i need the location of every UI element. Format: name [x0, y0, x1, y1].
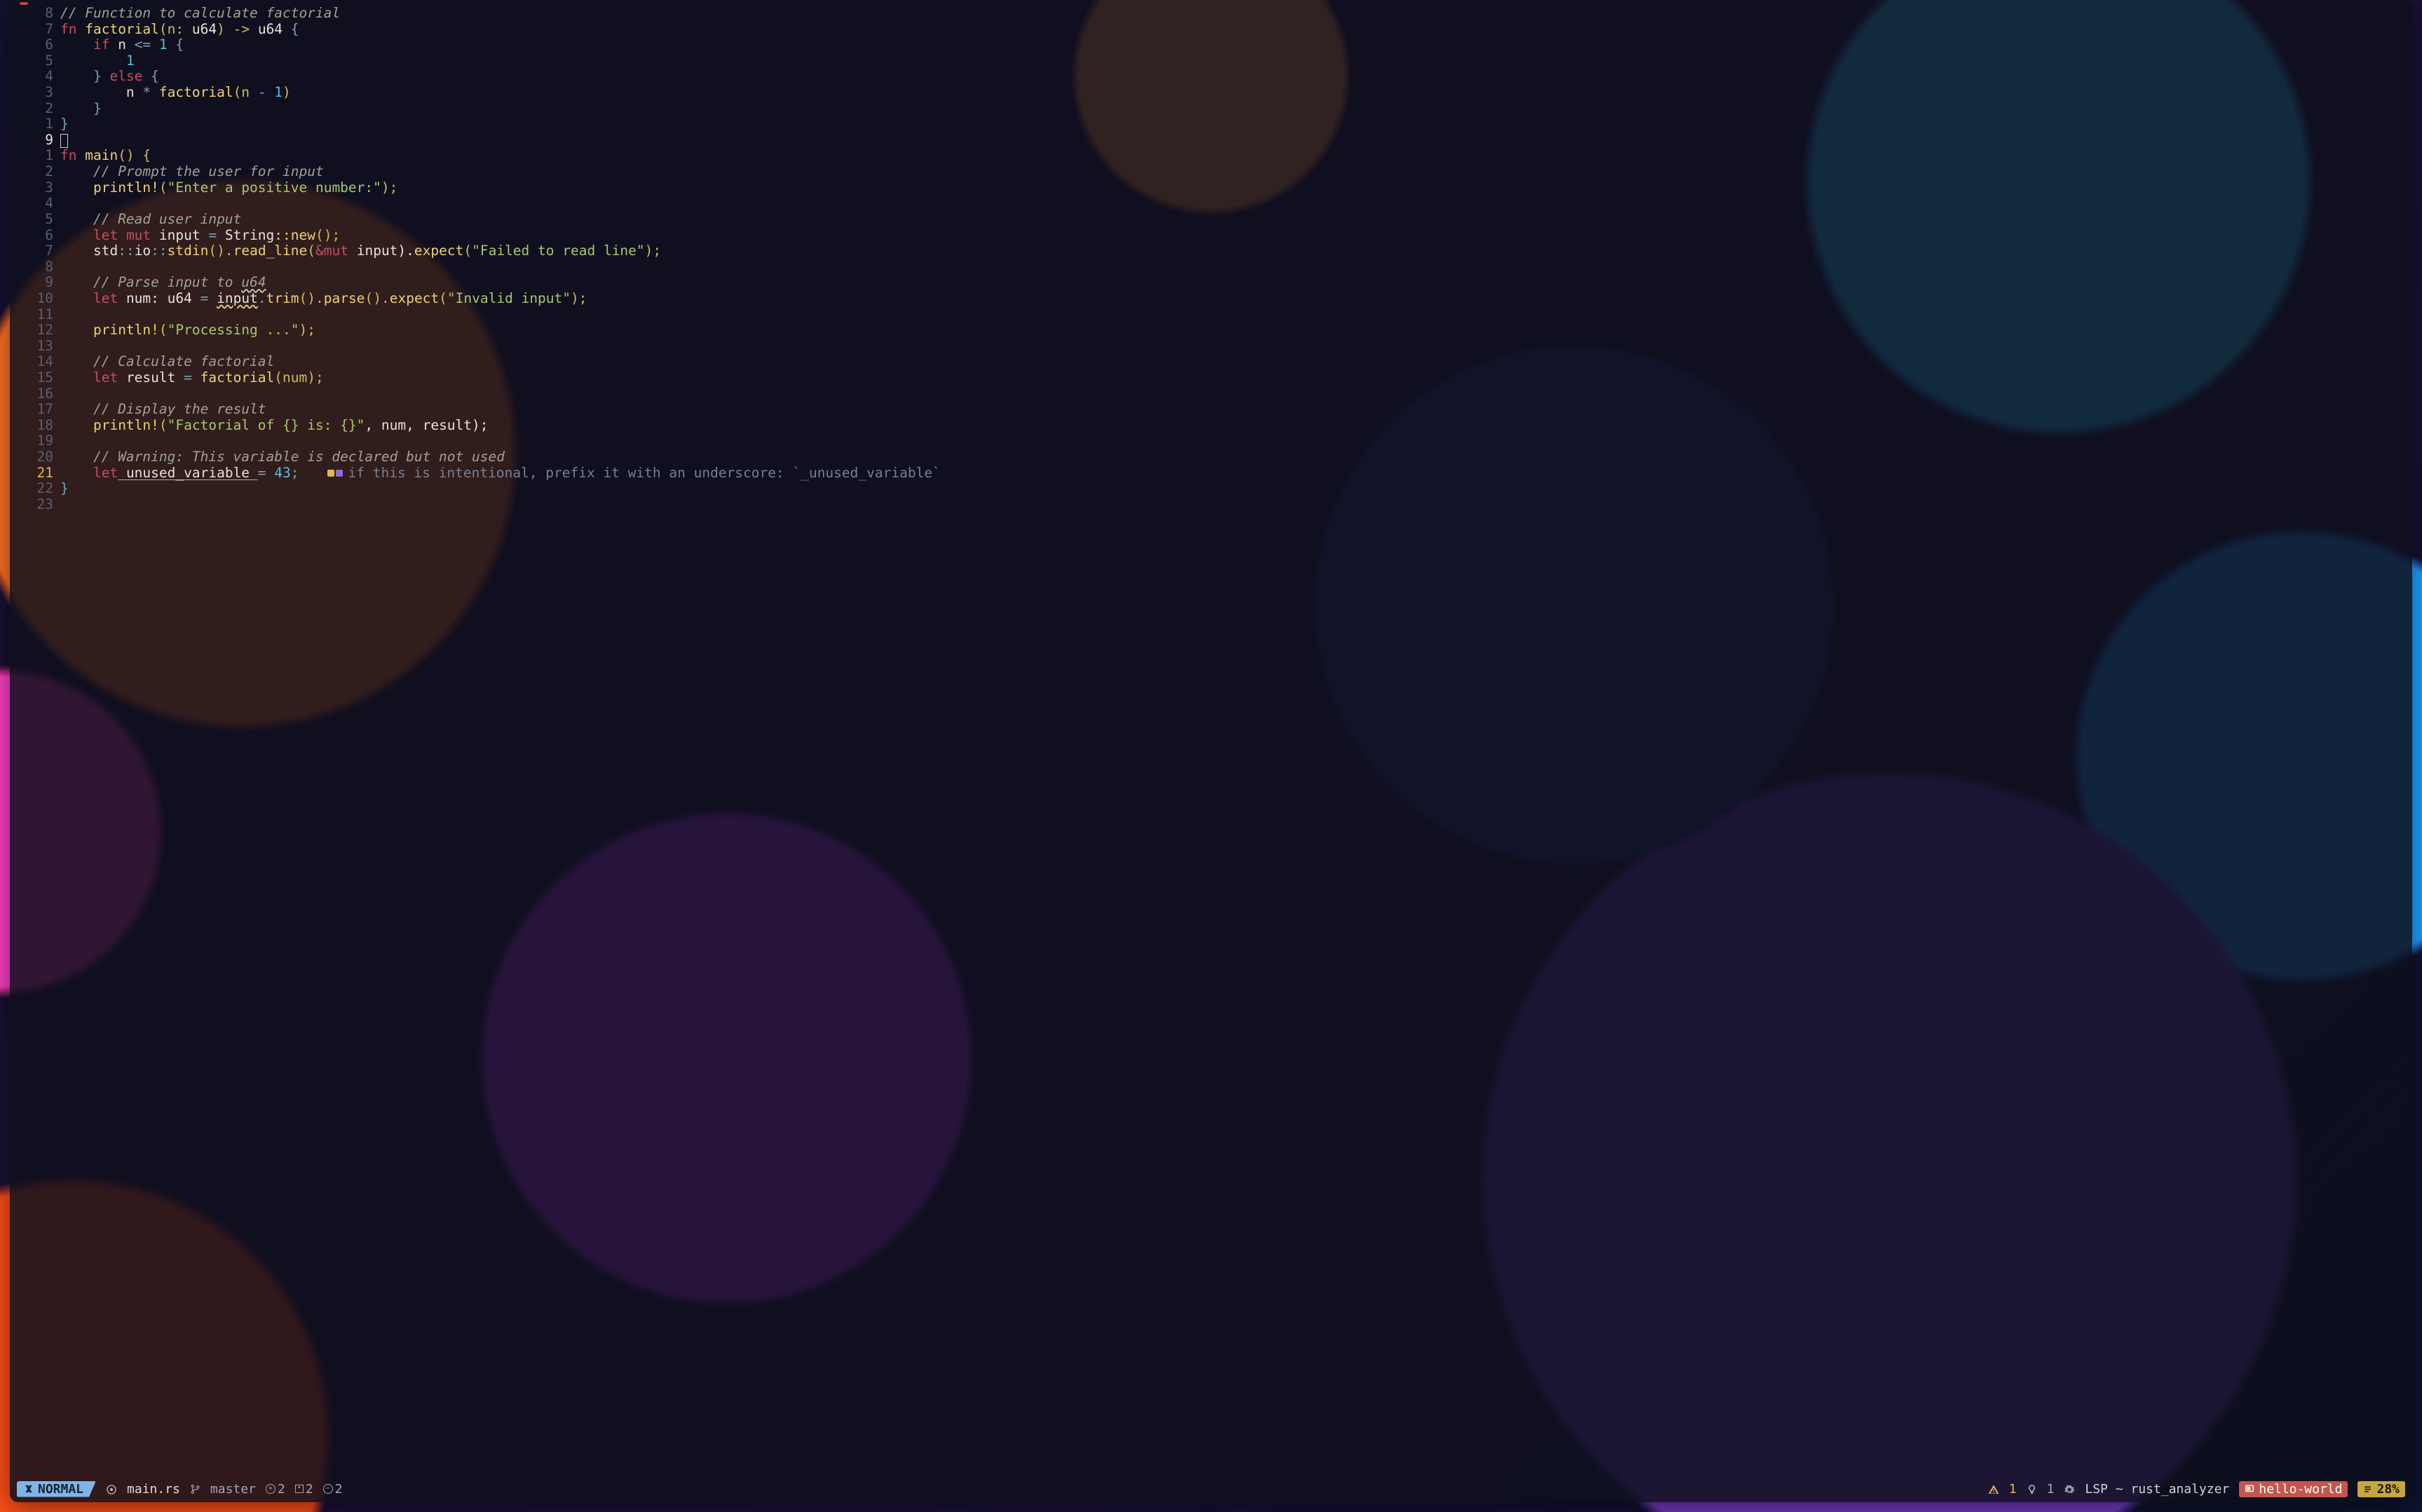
window-titlebar[interactable] — [10, 0, 2412, 6]
line-number: 17 — [29, 402, 60, 418]
code-line[interactable]: 10 let num: u64 = input.trim().parse().e… — [29, 291, 2412, 307]
unused-variable-warning: unused_variable — [118, 465, 258, 481]
line-number: 11 — [29, 307, 60, 323]
line-number: 9 — [29, 275, 60, 291]
editor-window[interactable]: 8 // Function to calculate factorial 7 f… — [10, 0, 2412, 1502]
lines-icon — [2363, 1485, 2372, 1494]
code-line[interactable]: 6 if n <= 1 { — [29, 37, 2412, 53]
code-line[interactable]: 23 — [29, 497, 2412, 513]
vim-mode-indicator: NORMAL — [17, 1481, 96, 1497]
workspace-indicator[interactable]: hello-world — [2239, 1481, 2348, 1497]
line-number: 21 — [29, 465, 60, 482]
line-number: 5 — [29, 53, 60, 69]
line-number: 6 — [29, 228, 60, 244]
code-line[interactable]: 8 — [29, 259, 2412, 275]
window-close-button[interactable] — [20, 2, 28, 5]
code-line[interactable]: 17 // Display the result — [29, 402, 2412, 418]
git-branch-icon — [190, 1482, 200, 1497]
line-number: 22 — [29, 481, 60, 497]
line-number: 13 — [29, 339, 60, 355]
scroll-percent: 28% — [2358, 1481, 2405, 1497]
code-line[interactable]: 9 // Parse input to u64 — [29, 275, 2412, 291]
code-line[interactable]: 3 println!("Enter a positive number:"); — [29, 180, 2412, 196]
diag-marker-icon — [327, 470, 334, 477]
code-line[interactable]: 5 1 — [29, 53, 2412, 69]
filename: main.rs — [127, 1482, 180, 1497]
code-line[interactable]: 1 } — [29, 116, 2412, 132]
line-number: 14 — [29, 354, 60, 370]
line-number: 7 — [29, 243, 60, 259]
code-line[interactable]: 11 — [29, 307, 2412, 323]
status-bar: NORMAL main.rs master +2 •2 −2 1 1 — [10, 1478, 2412, 1502]
diag-marker-icon — [336, 470, 343, 477]
comment: // Function to calculate factorial — [60, 6, 340, 21]
code-line[interactable]: 18 println!("Factorial of {} is: {}", nu… — [29, 418, 2412, 434]
line-number: 2 — [29, 101, 60, 117]
line-number: 3 — [29, 85, 60, 101]
code-line[interactable]: 3 n * factorial(n - 1) — [29, 85, 2412, 101]
rust-icon — [106, 1483, 117, 1495]
line-number: 1 — [29, 148, 60, 164]
line-number: 6 — [29, 37, 60, 53]
line-number: 2 — [29, 164, 60, 180]
git-branch-name: master — [210, 1482, 256, 1497]
code-line[interactable]: 15 let result = factorial(num); — [29, 370, 2412, 386]
code-line[interactable]: 1 fn main() { — [29, 148, 2412, 164]
line-number: 8 — [29, 6, 60, 22]
code-line[interactable]: 7 fn factorial(n: u64) -> u64 { — [29, 22, 2412, 38]
line-number: 10 — [29, 291, 60, 307]
line-number: 19 — [29, 433, 60, 449]
line-number: 16 — [29, 386, 60, 402]
code-line[interactable]: 7 std::io::stdin().read_line(&mut input)… — [29, 243, 2412, 259]
code-line[interactable]: 8 // Function to calculate factorial — [29, 6, 2412, 22]
line-number: 4 — [29, 69, 60, 85]
line-number: 4 — [29, 196, 60, 212]
code-line[interactable]: 20 // Warning: This variable is declared… — [29, 449, 2412, 465]
git-removed-count: −2 — [323, 1482, 343, 1497]
hint-icon — [2027, 1482, 2037, 1497]
code-line[interactable]: 12 println!("Processing ..."); — [29, 322, 2412, 339]
line-number: 12 — [29, 322, 60, 339]
code-editor[interactable]: 8 // Function to calculate factorial 7 f… — [10, 6, 2412, 1478]
line-number: 8 — [29, 259, 60, 275]
line-number: 1 — [29, 116, 60, 132]
code-line[interactable]: 2 } — [29, 101, 2412, 117]
code-line[interactable]: 14 // Calculate factorial — [29, 354, 2412, 370]
code-line[interactable]: 21 let unused_variable = 43;if this is i… — [29, 465, 2412, 482]
code-line[interactable]: 19 — [29, 433, 2412, 449]
code-line[interactable]: 22 } — [29, 481, 2412, 497]
gear-icon[interactable] — [2064, 1482, 2075, 1497]
line-number: 7 — [29, 22, 60, 38]
folder-icon — [2245, 1484, 2254, 1494]
hint-count: 1 — [2047, 1482, 2055, 1497]
lsp-status: LSP ~ rust_analyzer — [2085, 1482, 2229, 1497]
inline-diagnostic: if this is intentional, prefix it with a… — [327, 465, 941, 481]
line-number: 5 — [29, 212, 60, 228]
line-number: 23 — [29, 497, 60, 513]
code-line[interactable]: 4 } else { — [29, 69, 2412, 85]
helix-icon — [24, 1484, 34, 1494]
line-number-current: 9 — [29, 132, 60, 149]
line-number: 20 — [29, 449, 60, 465]
line-number: 18 — [29, 418, 60, 434]
code-line[interactable]: 16 — [29, 386, 2412, 402]
warning-icon — [1988, 1482, 1999, 1497]
code-line[interactable]: 4 — [29, 196, 2412, 212]
git-added-count: +2 — [266, 1482, 285, 1497]
line-number: 3 — [29, 180, 60, 196]
line-number: 15 — [29, 370, 60, 386]
git-modified-count: •2 — [295, 1482, 313, 1497]
code-line[interactable]: 13 — [29, 339, 2412, 355]
code-line[interactable]: 6 let mut input = String::new(); — [29, 228, 2412, 244]
code-line[interactable]: 5 // Read user input — [29, 212, 2412, 228]
warning-count: 1 — [2009, 1482, 2017, 1497]
code-line[interactable]: 2 // Prompt the user for input — [29, 164, 2412, 180]
cursor — [60, 134, 68, 148]
code-line-current[interactable]: 9 — [29, 132, 2412, 149]
